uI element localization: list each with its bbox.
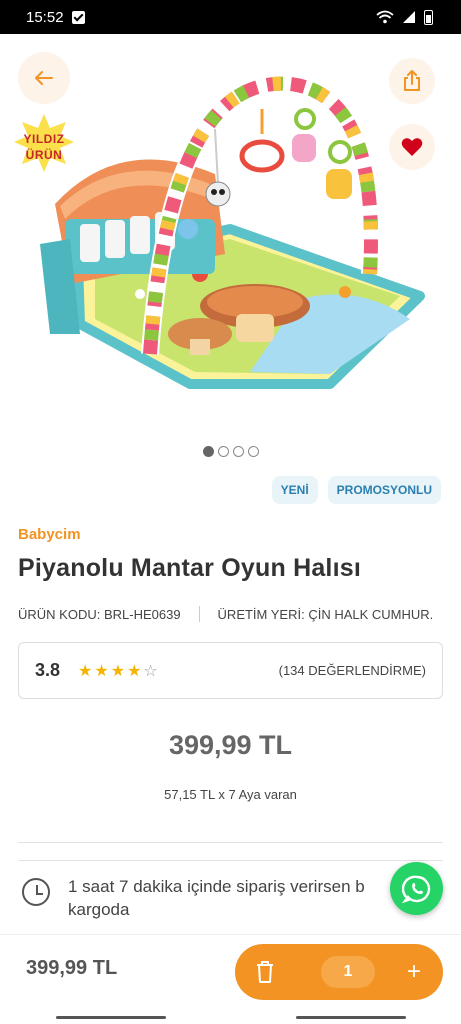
installment-info[interactable]: 57,15 TL x 7 Aya varan — [0, 787, 461, 802]
meta-separator — [198, 606, 200, 622]
whatsapp-button[interactable] — [390, 862, 443, 915]
product-image — [40, 74, 425, 389]
review-count[interactable]: (134 DEĞERLENDİRME) — [279, 663, 426, 678]
rating-stars: ★ ★ ★ ★ ☆ — [78, 661, 158, 681]
back-button[interactable] — [18, 52, 70, 104]
delivery-text: 1 saat 7 dakika içinde sipariş verirsen … — [68, 877, 365, 919]
share-button[interactable] — [389, 58, 435, 104]
whatsapp-icon — [401, 875, 430, 903]
signal-icon — [403, 11, 415, 23]
gallery-dot[interactable] — [217, 446, 229, 457]
product-code: ÜRÜN KODU: BRL-HE0639 — [18, 606, 181, 622]
trash-icon — [257, 961, 273, 983]
status-bar: 15:52 — [0, 0, 461, 34]
product-meta: ÜRÜN KODU: BRL-HE0639 ÜRETİM YERİ: ÇİN H… — [18, 606, 443, 622]
star-filled-icon: ★ — [127, 662, 142, 680]
gallery-dot[interactable] — [202, 446, 214, 457]
bottom-purchase-bar: 399,99 TL 1 + — [0, 934, 461, 1010]
delivery-info: 1 saat 7 dakika içinde sipariş verirsen … — [22, 875, 422, 921]
cart-controls: 1 + — [235, 944, 443, 1000]
quantity-display[interactable]: 1 — [321, 956, 375, 988]
bottom-price: 399,99 TL — [26, 957, 118, 979]
nav-handle[interactable] — [55, 1015, 166, 1019]
wifi-icon — [376, 10, 394, 24]
gallery-dot[interactable] — [232, 446, 244, 457]
remove-button[interactable] — [249, 952, 281, 992]
tag-new: YENİ — [271, 476, 318, 504]
badge-line2: ÜRÜN — [25, 148, 63, 162]
rating-summary[interactable]: 3.8 ★ ★ ★ ★ ☆ (134 DEĞERLENDİRME) — [18, 642, 443, 699]
tag-promo: PROMOSYONLU — [327, 476, 441, 504]
notification-check-icon — [71, 10, 85, 24]
star-empty-icon: ☆ — [143, 662, 158, 680]
gallery-dot[interactable] — [247, 446, 259, 457]
system-nav-bar — [0, 1010, 461, 1024]
arrow-left-icon — [35, 71, 53, 85]
star-product-badge: YILDIZ ÜRÜN — [12, 112, 76, 174]
product-tags: YENİ PROMOSYONLU — [271, 476, 441, 504]
status-time: 15:52 — [26, 8, 64, 26]
share-icon — [404, 70, 420, 91]
clock-icon — [22, 878, 50, 906]
product-price: 399,99 TL — [168, 730, 293, 760]
heart-icon — [401, 138, 423, 156]
nav-handle[interactable] — [295, 1015, 406, 1019]
divider — [18, 842, 443, 843]
increase-quantity-button[interactable]: + — [399, 958, 429, 986]
divider — [18, 860, 443, 861]
star-filled-icon: ★ — [110, 662, 126, 680]
gallery-pagination[interactable] — [0, 446, 461, 457]
battery-icon — [424, 9, 433, 25]
rating-score: 3.8 — [35, 660, 61, 680]
brand-name[interactable]: Babycim — [18, 526, 81, 543]
product-origin: ÜRETİM YERİ: ÇİN HALK CUMHUR. — [217, 606, 434, 622]
product-gallery[interactable]: YILDIZ ÜRÜN — [0, 34, 461, 464]
product-title: Piyanolu Mantar Oyun Halısı — [18, 554, 361, 582]
badge-line1: YILDIZ — [23, 132, 65, 146]
star-filled-icon: ★ — [78, 662, 93, 680]
star-filled-icon: ★ — [94, 662, 109, 680]
favorite-button[interactable] — [389, 124, 435, 170]
